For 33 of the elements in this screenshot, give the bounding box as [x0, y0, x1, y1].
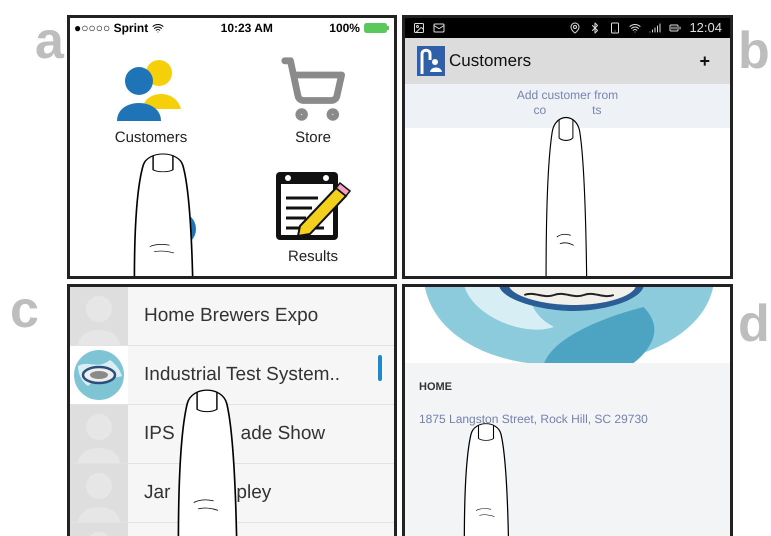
panel-label: d [738, 298, 770, 355]
screen-title: Customers [449, 50, 532, 72]
avatar-placeholder-icon [70, 405, 128, 463]
location-icon [569, 22, 582, 34]
app-logo-icon [417, 46, 445, 76]
item-title: Industrial Test System.. [144, 362, 340, 387]
mail-icon [433, 22, 445, 34]
item-title: IPS [144, 422, 175, 446]
carrier-text: ●○○○○ Sprint [74, 20, 148, 37]
battery-icon [669, 22, 682, 34]
menu-tile[interactable]: Store [232, 38, 394, 157]
clock-text: 12:04 [689, 19, 722, 38]
item-title: Jar [144, 480, 170, 505]
avatar-placeholder-icon [70, 287, 128, 345]
clock-text: 10:23 AM [220, 20, 273, 37]
notepad-pencil-icon [274, 170, 352, 242]
menu-tile[interactable]: Results [232, 157, 394, 276]
section-heading: HOME [419, 380, 453, 395]
scroll-indicator [378, 355, 382, 381]
image-icon [413, 22, 425, 34]
item-title: Home Brewers Expo [144, 304, 318, 328]
shopping-cart-icon [279, 54, 347, 122]
item-title: pley [236, 480, 272, 505]
battery-icon [364, 23, 390, 33]
add-button[interactable]: + [691, 48, 718, 74]
panel-label: c [10, 284, 39, 341]
battery-text: 100% [329, 20, 360, 37]
menu-tile[interactable]: Customers [70, 38, 232, 157]
panel-label: a [35, 15, 64, 72]
item-title: ade Show [240, 422, 326, 446]
panel-label: b [738, 25, 770, 82]
list-item[interactable]: Home Brewers Expo [70, 287, 394, 346]
signal-icon [649, 22, 662, 34]
